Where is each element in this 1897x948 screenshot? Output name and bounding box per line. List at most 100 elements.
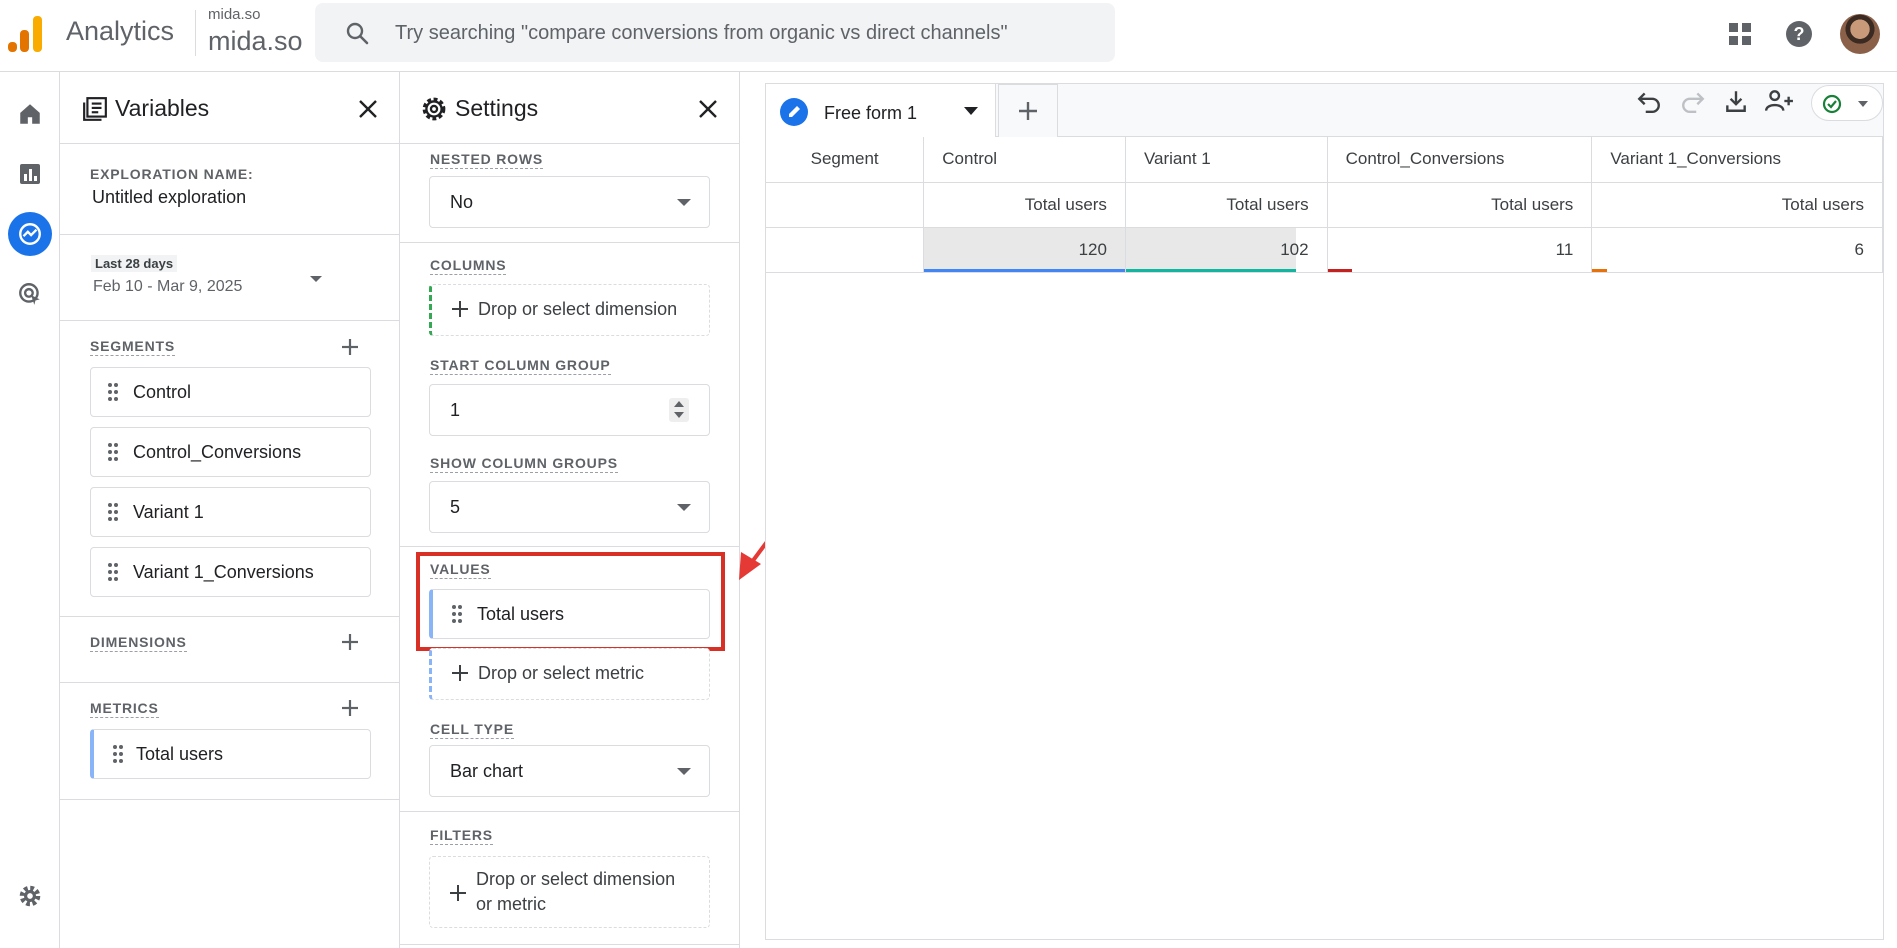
advertising-icon[interactable] [8,272,52,316]
undo-icon[interactable] [1636,88,1662,114]
reports-icon[interactable] [8,152,52,196]
table-header-cell[interactable]: Segment [766,137,925,183]
table-cell[interactable]: Total users [1125,182,1328,228]
table-header-cell[interactable]: Control [923,137,1126,183]
cell-value: 6 [1854,239,1864,259]
settings-gear-icon [422,97,446,121]
help-icon[interactable]: ? [1783,18,1815,50]
close-icon[interactable] [697,98,719,120]
columns-drop-zone[interactable]: Drop or select dimension [429,284,710,336]
add-tab-button[interactable] [998,84,1058,137]
apps-grid-icon[interactable] [1725,18,1757,50]
drag-handle-icon[interactable] [107,502,119,522]
table-cell [766,182,925,228]
add-segment-icon[interactable] [338,335,362,359]
cell-value: 102 [1280,239,1309,259]
divider [400,944,740,945]
svg-text:?: ? [1794,24,1805,44]
start-column-group-label: START COLUMN GROUP [430,357,611,375]
segment-chip[interactable]: Control [90,367,371,417]
bar-cell[interactable]: 102 [1125,227,1328,273]
exploration-name[interactable]: Untitled exploration [92,187,246,208]
columns-label: COLUMNS [430,257,507,275]
date-range[interactable]: Feb 10 - Mar 9, 2025 [93,278,242,296]
cell-type-select[interactable]: Bar chart [429,745,710,797]
bar-cell[interactable]: 6 [1591,227,1883,273]
segment-chip[interactable]: Variant 1_Conversions [90,547,371,597]
segment-label: Control [133,382,192,402]
nested-rows-value: No [450,192,474,212]
show-column-groups-value: 5 [450,497,461,517]
nested-rows-select[interactable]: No [429,176,710,228]
table-header-row: Segment Control Variant 1 Control_Conver… [766,137,1883,183]
table-header-cell[interactable]: Variant 1_Conversions [1591,137,1883,183]
divider [60,799,399,800]
plus-icon [1019,102,1037,120]
filters-drop-zone[interactable]: Drop or select dimension or metric [429,856,710,928]
drag-handle-icon[interactable] [107,382,119,402]
chevron-down-icon [677,504,691,511]
status-check-button[interactable] [1811,85,1883,121]
close-icon[interactable] [357,98,379,120]
redo-icon[interactable] [1680,88,1706,114]
segment-chip[interactable]: Variant 1 [90,487,371,537]
edit-icon[interactable] [780,98,808,126]
table-cell[interactable]: Total users [1591,182,1883,228]
values-drop-text: Drop or select metric [478,663,645,683]
start-column-group-input[interactable]: 1 [429,384,710,436]
chevron-down-icon [677,768,691,775]
filters-drop-text-line2: or metric [476,894,547,914]
plus-icon [452,301,468,317]
exploration-name-label: EXPLORATION NAME: [90,166,254,182]
bar-fill [1328,228,1352,272]
segment-label: Variant 1_Conversions [133,562,314,582]
add-dimension-icon[interactable] [338,630,362,654]
settings-header: Settings [400,72,739,144]
table-cell[interactable]: Total users [923,182,1126,228]
tab-free-form[interactable]: Free form 1 [766,84,996,137]
cell-value: 11 [1555,239,1574,259]
divider [60,234,399,235]
cell-type-label: CELL TYPE [430,721,514,739]
show-column-groups-label: SHOW COLUMN GROUPS [430,455,618,473]
account-name-small[interactable]: mida.so [208,6,261,23]
download-icon[interactable] [1723,88,1749,114]
chevron-down-icon[interactable] [964,107,978,115]
metric-label: Total users [136,744,224,764]
stepper-icon[interactable] [669,398,689,422]
segment-chip[interactable]: Control_Conversions [90,427,371,477]
search-bar[interactable]: Try searching "compare conversions from … [315,3,1115,62]
bar-fill [1592,228,1606,272]
filters-label: FILTERS [430,827,493,845]
home-icon[interactable] [8,92,52,136]
bar-cell[interactable]: 120 [923,227,1126,273]
add-metric-icon[interactable] [338,696,362,720]
values-drop-zone[interactable]: Drop or select metric [429,648,710,700]
drag-handle-icon[interactable] [107,562,119,582]
drag-handle-icon[interactable] [107,442,119,462]
start-column-group-value: 1 [450,400,461,420]
share-users-icon[interactable] [1764,88,1794,114]
explore-icon[interactable] [8,212,52,256]
table-header-cell[interactable]: Control_Conversions [1327,137,1593,183]
columns-drop-text: Drop or select dimension [478,299,678,319]
plus-icon [452,665,468,681]
table-header-cell[interactable]: Variant 1 [1125,137,1328,183]
property-name[interactable]: mida.so [208,26,303,57]
variables-panel: Variables EXPLORATION NAME: Untitled exp… [60,72,400,948]
table-cell[interactable]: Total users [1327,182,1593,228]
nested-rows-label: NESTED ROWS [430,151,544,169]
metric-chip[interactable]: Total users [90,729,371,779]
avatar[interactable] [1840,14,1880,54]
settings-icon[interactable] [8,874,52,918]
bar-cell[interactable]: 11 [1327,227,1593,273]
check-circle-icon [1822,94,1842,114]
chevron-down-icon [1858,101,1868,107]
show-column-groups-select[interactable]: 5 [429,481,710,533]
table-metric-row: Total users Total users Total users Tota… [766,182,1883,228]
drag-handle-icon[interactable] [112,744,124,764]
freeform-table: Segment Control Variant 1 Control_Conver… [766,137,1883,273]
table-cell [766,227,925,273]
analytics-logo-icon [8,14,44,52]
date-dropdown-icon[interactable] [310,276,322,282]
